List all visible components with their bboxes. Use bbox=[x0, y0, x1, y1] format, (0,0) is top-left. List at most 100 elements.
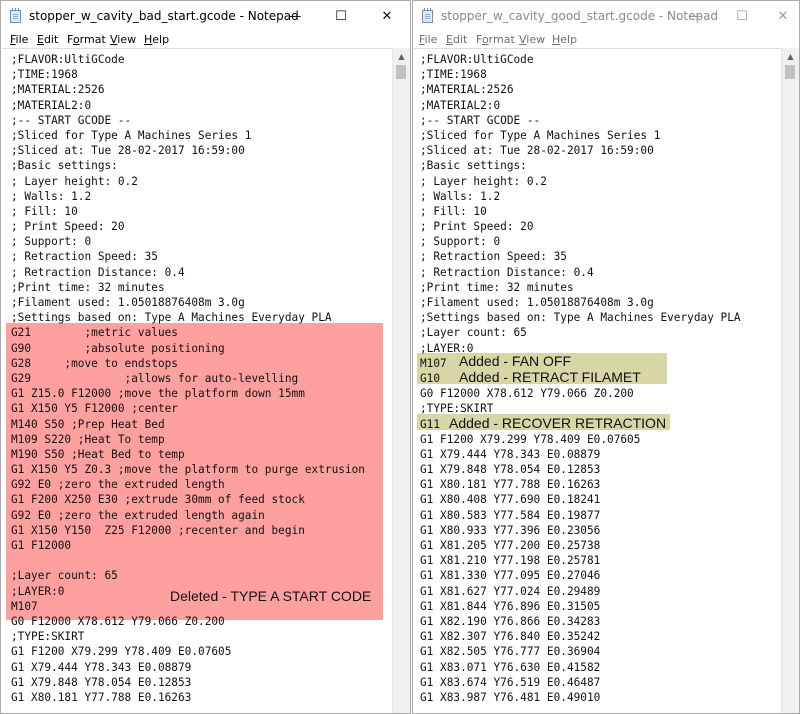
code-line: G1 F1200 X79.299 Y78.409 E0.07605 bbox=[420, 432, 641, 446]
code-line: G29 ;allows for auto-levelling bbox=[11, 371, 299, 385]
code-line: ;Settings based on: Type A Machines Ever… bbox=[420, 311, 741, 325]
menu-help[interactable]: Help bbox=[144, 33, 169, 46]
notepad-window-right: stopper_w_cavity_good_start.gcode - Note… bbox=[412, 0, 800, 714]
code-line: ;Basic settings: bbox=[11, 159, 118, 173]
notepad-icon bbox=[10, 8, 21, 23]
code-line: G1 F200 X250 E30 ;extrude 30mm of feed s… bbox=[11, 493, 305, 507]
code-line: ; Layer height: 0.2 bbox=[11, 174, 138, 188]
retract-annotation: Added - RETRACT FILAMET bbox=[459, 369, 641, 385]
code-line: ; Layer height: 0.2 bbox=[420, 174, 547, 188]
code-line: ; Fill: 10 bbox=[11, 204, 78, 218]
code-line: ;TIME:1968 bbox=[11, 68, 78, 82]
menu-help[interactable]: Help bbox=[552, 33, 577, 46]
code-line: ;FLAVOR:UltiGCode bbox=[420, 53, 534, 66]
code-line: ; Print Speed: 20 bbox=[11, 220, 125, 234]
maximize-icon: ☐ bbox=[335, 9, 347, 24]
minimize-button[interactable]: — bbox=[272, 1, 318, 32]
text-editor[interactable]: ;FLAVOR:UltiGCode ;TIME:1968 ;MATERIAL:252… bbox=[414, 48, 782, 713]
code-line: ; Support: 0 bbox=[11, 235, 92, 249]
code-lines: ;FLAVOR:UltiGCode ;TIME:1968 ;MATERIAL:252… bbox=[11, 52, 393, 705]
code-line: ;MATERIAL2:0 bbox=[11, 98, 92, 112]
code-line: G1 X79.848 Y78.054 E0.12853 bbox=[11, 675, 192, 689]
code-line: G1 X81.330 Y77.095 E0.27046 bbox=[420, 569, 601, 583]
text-editor[interactable]: ;FLAVOR:UltiGCode ;TIME:1968 ;MATERIAL:252… bbox=[2, 48, 393, 713]
recover-annotation: Added - RECOVER RETRACTION bbox=[449, 415, 667, 431]
code-line: ;TYPE:SKIRT bbox=[11, 630, 85, 644]
scroll-thumb[interactable] bbox=[396, 65, 406, 79]
code-line: ;Layer count: 65 bbox=[11, 569, 118, 583]
maximize-button[interactable]: ☐ bbox=[318, 1, 364, 32]
code-line: G90 ;absolute positioning bbox=[11, 341, 225, 355]
code-line: G1 X150 Y5 F12000 ;center bbox=[11, 402, 178, 416]
menu-format[interactable]: Format bbox=[67, 33, 106, 46]
deleted-annotation: Deleted - TYPE A START CODE bbox=[170, 588, 372, 604]
menu-view[interactable]: View bbox=[519, 33, 545, 46]
code-line: ;TIME:1968 bbox=[420, 68, 487, 82]
code-line: ; Walls: 1.2 bbox=[420, 189, 501, 203]
code-line: G1 F1200 X79.299 Y78.409 E0.07605 bbox=[11, 645, 232, 659]
code-line: ;-- START GCODE -- bbox=[420, 113, 541, 127]
menu-edit[interactable]: Edit bbox=[446, 33, 467, 46]
code-line: ;Settings based on: Type A Machines Ever… bbox=[11, 311, 332, 325]
code-line: G1 X80.181 Y77.788 E0.16263 bbox=[420, 478, 601, 492]
code-line: ;Filament used: 1.05018876408m 3.0g bbox=[11, 296, 245, 309]
scroll-up-icon[interactable]: ▲ bbox=[393, 48, 410, 65]
code-line: ;MATERIAL2:0 bbox=[420, 98, 501, 112]
menu-bar: File Edit Format View Help bbox=[413, 32, 799, 48]
title-bar[interactable]: stopper_w_cavity_good_start.gcode - Note… bbox=[413, 1, 799, 32]
code-line: ; Support: 0 bbox=[420, 235, 501, 249]
menu-file[interactable]: File bbox=[10, 33, 28, 46]
title-bar[interactable]: stopper_w_cavity_bad_start.gcode - Notep… bbox=[1, 1, 410, 32]
code-line: G1 X83.987 Y76.481 E0.49010 bbox=[420, 690, 601, 704]
minimize-button[interactable]: — bbox=[673, 1, 719, 32]
vertical-scrollbar[interactable]: ▲ bbox=[781, 48, 799, 713]
code-line: G1 F12000 bbox=[11, 539, 72, 552]
code-line: G1 X80.583 Y77.584 E0.19877 bbox=[420, 508, 601, 522]
code-line: ;MATERIAL:2526 bbox=[420, 83, 514, 97]
minimize-icon: — bbox=[288, 9, 302, 24]
code-line: ;Filament used: 1.05018876408m 3.0g bbox=[420, 296, 654, 309]
fan-off-annotation: Added - FAN OFF bbox=[459, 353, 572, 369]
code-line: ;Print time: 32 minutes bbox=[420, 280, 574, 294]
code-line: ;Sliced at: Tue 28-02-2017 16:59:00 bbox=[11, 144, 245, 158]
code-line: G1 X150 Y150 Z25 F12000 ;recenter and be… bbox=[11, 523, 305, 537]
code-line: ;Basic settings: bbox=[420, 159, 527, 173]
code-line: ; Fill: 10 bbox=[420, 204, 487, 218]
code-line: G1 X83.071 Y76.630 E0.41582 bbox=[420, 660, 601, 674]
code-line: ;Sliced for Type A Machines Series 1 bbox=[11, 128, 252, 142]
code-line: ;Print time: 32 minutes bbox=[11, 280, 165, 294]
code-line: M190 S50 ;Heat Bed to temp bbox=[11, 447, 185, 461]
menu-file[interactable]: File bbox=[419, 33, 437, 46]
code-line: G1 X80.933 Y77.396 E0.23056 bbox=[420, 523, 601, 537]
minimize-icon: — bbox=[689, 9, 703, 24]
code-line: ; Print Speed: 20 bbox=[420, 220, 534, 234]
maximize-icon: ☐ bbox=[736, 9, 748, 24]
code-line: G21 ;metric values bbox=[11, 326, 178, 340]
code-line: G1 X80.408 Y77.690 E0.18241 bbox=[420, 493, 601, 507]
code-line: ;FLAVOR:UltiGCode bbox=[11, 53, 125, 66]
menu-view[interactable]: View bbox=[110, 33, 136, 46]
close-button[interactable]: ✕ bbox=[364, 1, 410, 32]
code-line: G1 X81.627 Y77.024 E0.29489 bbox=[420, 584, 601, 598]
code-line: G1 X83.674 Y76.519 E0.46487 bbox=[420, 675, 601, 689]
code-line: ; Retraction Distance: 0.4 bbox=[11, 265, 185, 279]
vertical-scrollbar[interactable]: ▲ bbox=[392, 48, 410, 713]
close-icon: ✕ bbox=[777, 9, 789, 24]
notepad-window-left: stopper_w_cavity_bad_start.gcode - Notep… bbox=[0, 0, 411, 714]
code-line: G1 X81.210 Y77.198 E0.25781 bbox=[420, 554, 601, 568]
code-line: G92 E0 ;zero the extruded length again bbox=[11, 508, 265, 522]
code-line: G92 E0 ;zero the extruded length bbox=[11, 478, 225, 492]
code-line: G0 F12000 X78.612 Y79.066 Z0.200 bbox=[420, 387, 634, 401]
close-button[interactable]: ✕ bbox=[765, 1, 799, 32]
scroll-thumb[interactable] bbox=[785, 65, 795, 79]
maximize-button[interactable]: ☐ bbox=[719, 1, 765, 32]
code-line: G1 X150 Y5 Z0.3 ;move the platform to pu… bbox=[11, 463, 365, 477]
menu-format[interactable]: Format bbox=[476, 33, 515, 46]
code-line: G1 X82.307 Y76.840 E0.35242 bbox=[420, 630, 601, 644]
code-line: M140 S50 ;Prep Heat Bed bbox=[11, 417, 165, 431]
code-line: ;Sliced for Type A Machines Series 1 bbox=[420, 128, 661, 142]
scroll-up-icon[interactable]: ▲ bbox=[782, 48, 799, 65]
menu-edit[interactable]: Edit bbox=[37, 33, 58, 46]
code-line: G1 X81.205 Y77.200 E0.25738 bbox=[420, 539, 601, 552]
code-line: ; Retraction Speed: 35 bbox=[11, 250, 158, 264]
